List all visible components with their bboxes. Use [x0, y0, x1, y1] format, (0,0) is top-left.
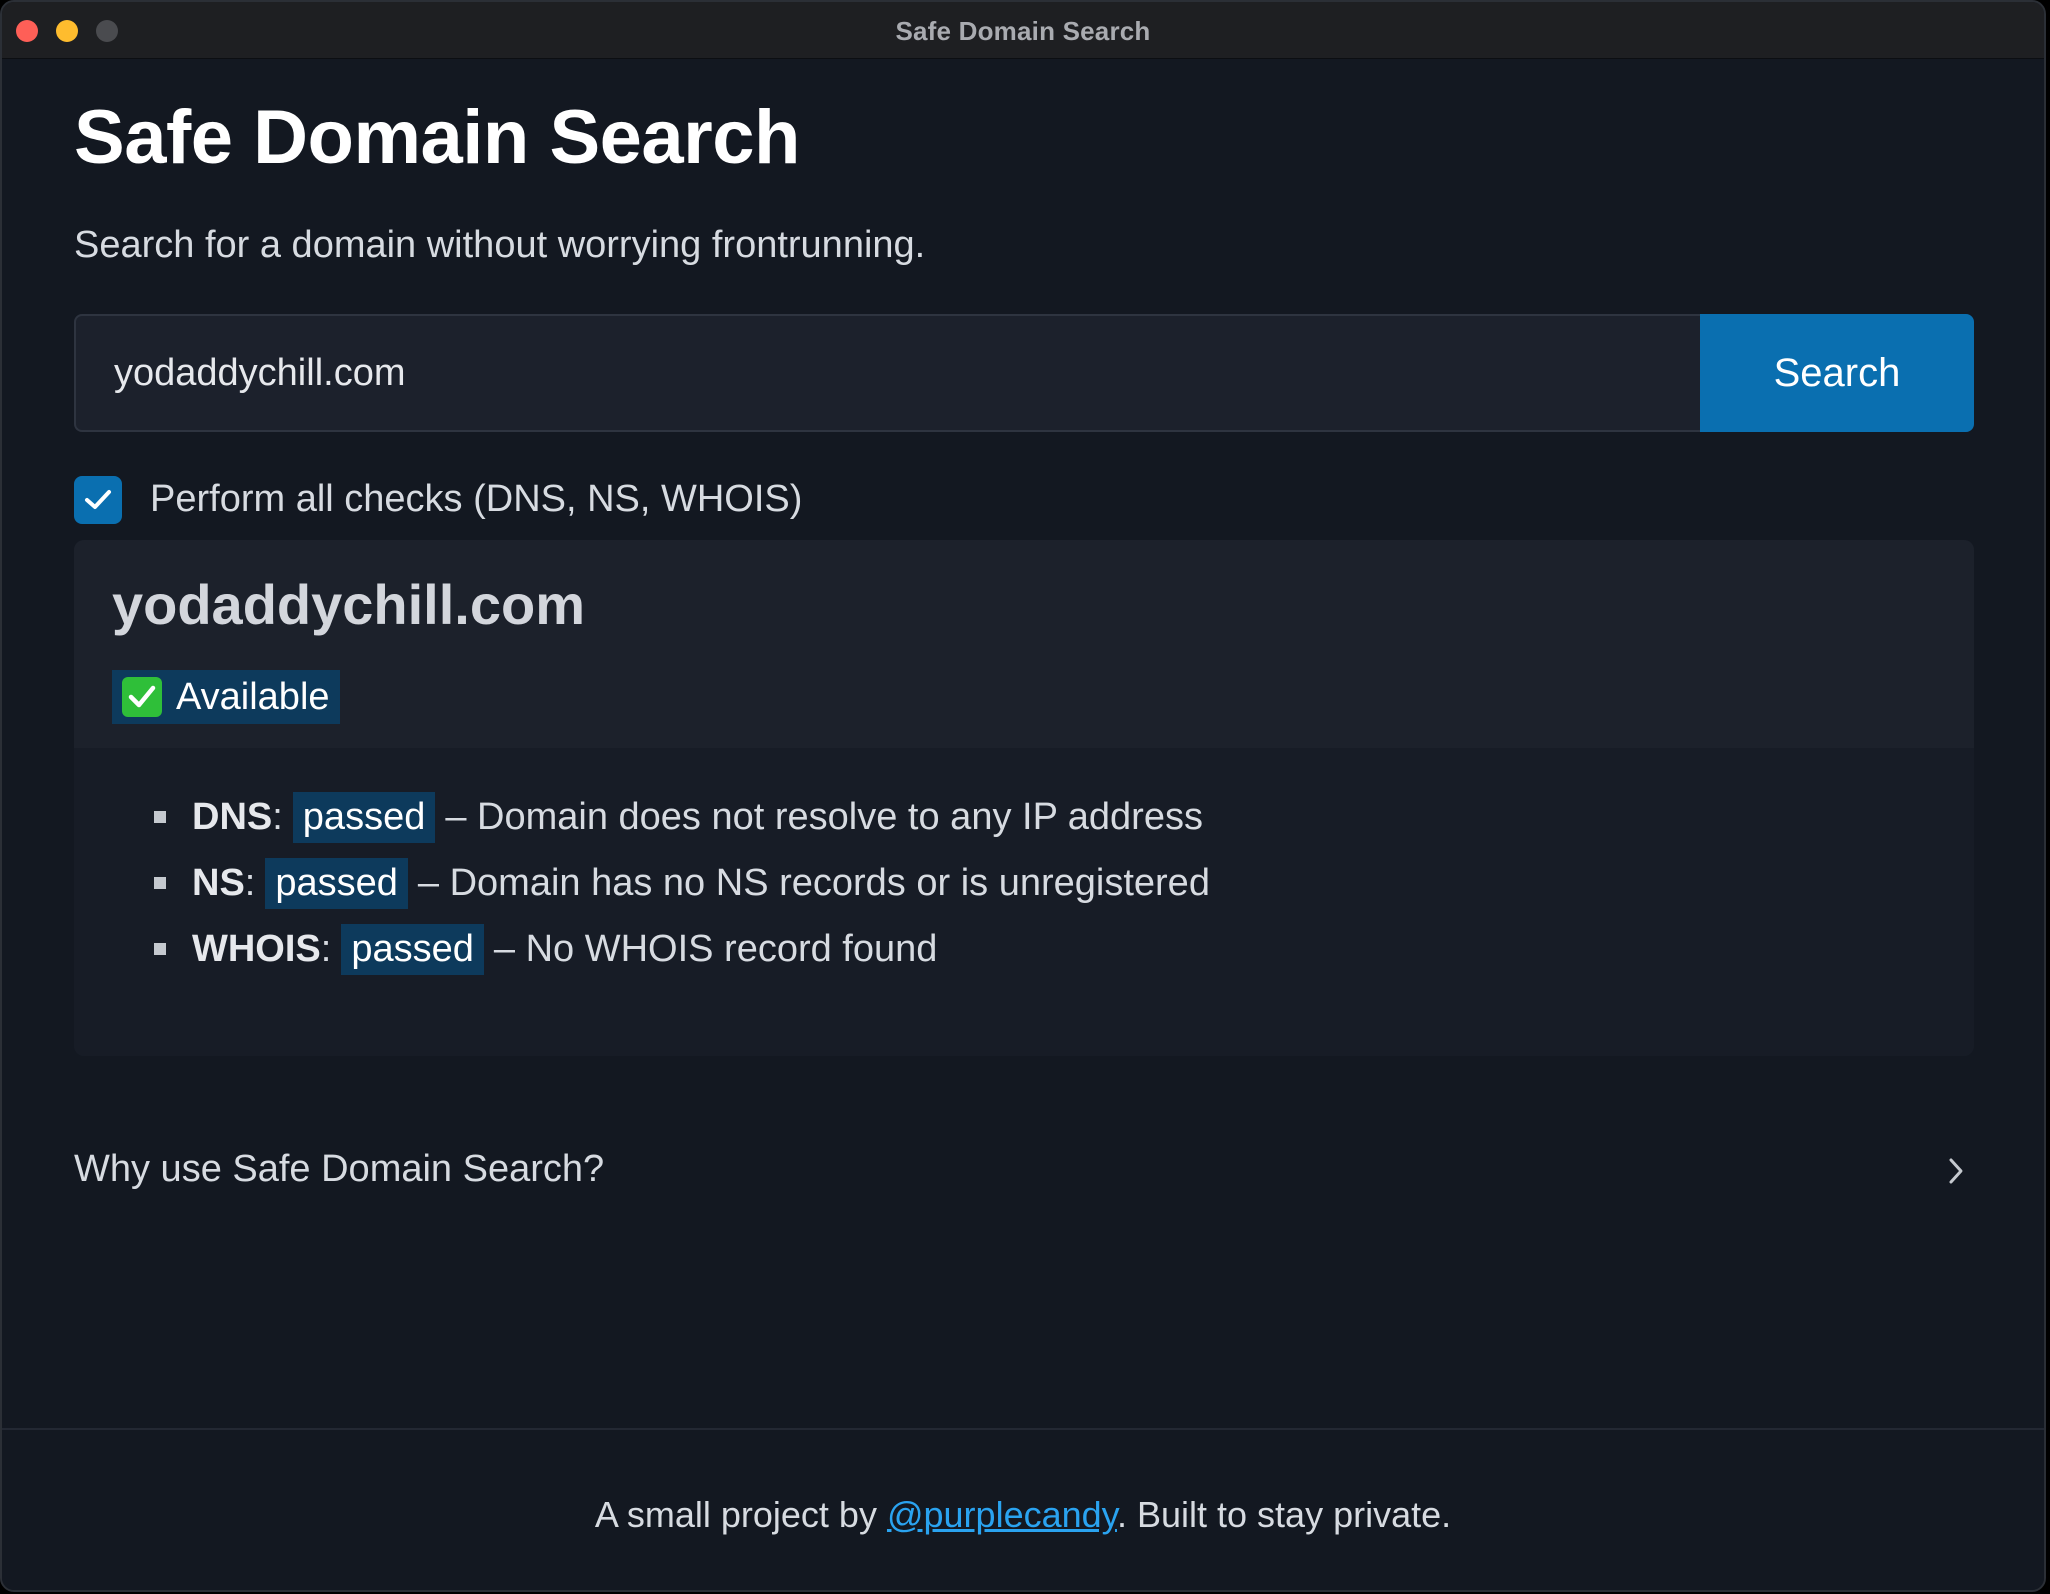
title-bar: Safe Domain Search	[2, 2, 2044, 59]
check-name: NS	[192, 861, 245, 904]
app-window: Safe Domain Search Safe Domain Search Se…	[0, 0, 2046, 1592]
check-name: WHOIS	[192, 927, 321, 970]
status-text: Available	[176, 675, 330, 718]
search-form: Search	[74, 314, 1974, 432]
footer-prefix: A small project by	[594, 1494, 887, 1535]
page-subtitle: Search for a domain without worrying fro…	[74, 224, 926, 266]
result-domain: yodaddychill.com	[112, 573, 585, 636]
check-result-badge: passed	[265, 857, 408, 909]
all-checks-checkbox[interactable]	[74, 476, 122, 524]
checks-list: DNS: passed – Domain does not resolve to…	[154, 784, 1210, 982]
check-description: – Domain has no NS records or is unregis…	[417, 861, 1210, 904]
faq-toggle[interactable]: Why use Safe Domain Search?	[74, 1142, 1974, 1202]
footer: A small project by @purplecandy. Built t…	[2, 1428, 2044, 1590]
bullet-icon	[154, 877, 166, 889]
check-result-badge: passed	[292, 791, 436, 843]
check-separator: :	[320, 927, 332, 970]
faq-label: Why use Safe Domain Search?	[74, 1148, 605, 1190]
footer-text: A small project by @purplecandy. Built t…	[2, 1494, 2044, 1536]
result-header: yodaddychill.com Available	[74, 540, 1974, 748]
chevron-right-icon	[1949, 1158, 1963, 1184]
status-badge: Available	[112, 670, 340, 724]
result-card: yodaddychill.com Available DNS: passed –…	[74, 540, 1974, 1056]
check-mark-icon	[122, 677, 162, 717]
check-description: – Domain does not resolve to any IP addr…	[445, 795, 1203, 838]
check-item-whois: WHOIS: passed – No WHOIS record found	[154, 916, 1210, 982]
check-separator: :	[272, 795, 283, 838]
checkmark-icon	[85, 490, 111, 509]
check-description: – No WHOIS record found	[493, 927, 938, 970]
bullet-icon	[154, 943, 166, 955]
page-title: Safe Domain Search	[74, 95, 800, 180]
check-name: DNS	[192, 795, 273, 838]
check-result-badge: passed	[341, 923, 484, 975]
check-item-ns: NS: passed – Domain has no NS records or…	[154, 850, 1210, 916]
footer-suffix: . Built to stay private.	[1116, 1494, 1452, 1535]
check-item-dns: DNS: passed – Domain does not resolve to…	[154, 784, 1210, 850]
author-link[interactable]: @purplecandy	[887, 1494, 1117, 1535]
all-checks-label: Perform all checks (DNS, NS, WHOIS)	[150, 478, 803, 520]
check-separator: :	[244, 861, 256, 904]
domain-search-input[interactable]	[74, 314, 1700, 432]
bullet-icon	[154, 811, 166, 823]
window-title: Safe Domain Search	[895, 16, 1151, 46]
search-button[interactable]: Search	[1700, 314, 1974, 432]
